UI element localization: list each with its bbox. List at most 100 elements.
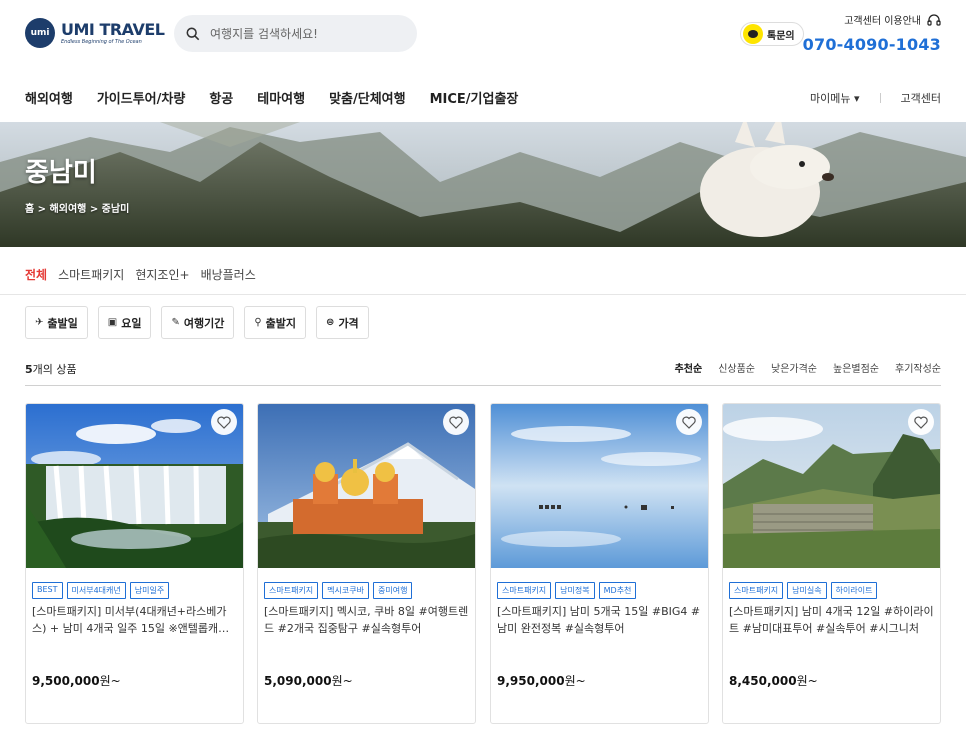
- tab-backpack-plus[interactable]: 배낭플러스: [201, 266, 256, 283]
- price-value: 9,950,000: [497, 674, 565, 688]
- product-price: 5,090,000원~: [264, 672, 353, 689]
- product-tags: 스마트패키지 남미실속 하이라이트: [729, 582, 878, 599]
- product-tag: 미서부4대캐년: [66, 582, 126, 599]
- product-title[interactable]: [스마트패키지] 미서부(4대캐년+라스베가스) + 남미 4개국 일주 15일…: [32, 603, 239, 637]
- nav-item-flights[interactable]: 항공: [209, 88, 233, 107]
- result-count-number: 5: [25, 363, 33, 376]
- wishlist-heart-icon[interactable]: [676, 409, 702, 435]
- product-image-mexico-church[interactable]: [258, 404, 475, 568]
- category-tabs: 전체 스마트패키지 현지조인+ 배낭플러스: [25, 266, 256, 283]
- wishlist-heart-icon[interactable]: [443, 409, 469, 435]
- price-unit: 원~: [564, 674, 586, 688]
- product-tag: 스마트패키지: [729, 582, 784, 599]
- product-tag: MD추천: [598, 582, 637, 599]
- nav-item-theme[interactable]: 테마여행: [257, 88, 305, 107]
- search-input[interactable]: [210, 26, 400, 41]
- logo-tagline: Endless Beginning of The Ocean: [61, 38, 142, 45]
- kakao-icon: [743, 24, 763, 44]
- filter-label: 출발지: [265, 316, 297, 330]
- result-count-suffix: 개의 상품: [32, 363, 77, 376]
- product-tag: 남미실속: [787, 582, 827, 599]
- tab-smart-package[interactable]: 스마트패키지: [58, 266, 124, 283]
- product-title[interactable]: [스마트패키지] 멕시코, 쿠바 8일 #여행트렌드 #2개국 집중탐구 #실속…: [264, 603, 471, 637]
- customer-center-link[interactable]: 고객센터: [901, 90, 941, 106]
- page: umi UMI TRAVEL Endless Beginning of The …: [0, 0, 966, 732]
- price-value: 5,090,000: [264, 674, 332, 688]
- site-header: umi UMI TRAVEL Endless Beginning of The …: [0, 0, 966, 70]
- product-card[interactable]: 스마트패키지 남미실속 하이라이트 [스마트패키지] 남미 4개국 12일 #하…: [722, 403, 941, 724]
- nav-divider: [879, 93, 881, 103]
- product-image-salt-flat[interactable]: [491, 404, 708, 568]
- logo-name: UMI TRAVEL: [61, 19, 165, 39]
- breadcrumb[interactable]: 홈 > 해외여행 > 중남미: [25, 200, 129, 215]
- filter-departure-date[interactable]: ✈ 출발일: [25, 306, 88, 339]
- product-tag: 스마트패키지: [264, 582, 319, 599]
- filter-label: 여행기간: [183, 316, 225, 330]
- price-unit: 원~: [331, 674, 353, 688]
- wishlist-heart-icon[interactable]: [211, 409, 237, 435]
- price-value: 9,500,000: [32, 674, 100, 688]
- cs-label[interactable]: 고객센터 이용안내: [844, 12, 921, 27]
- cs-phone-number[interactable]: 070-4090-1043: [803, 35, 941, 54]
- product-card[interactable]: 스마트패키지 멕시코쿠바 중미여행 [스마트패키지] 멕시코, 쿠바 8일 #여…: [257, 403, 476, 724]
- sort-most-reviews[interactable]: 후기작성순: [895, 360, 941, 375]
- site-logo[interactable]: umi UMI TRAVEL Endless Beginning of The …: [25, 18, 165, 48]
- tab-local-join[interactable]: 현지조인+: [135, 266, 189, 283]
- product-price: 9,950,000원~: [497, 672, 586, 689]
- product-image-waterfall[interactable]: [26, 404, 243, 568]
- sort-newest[interactable]: 신상품순: [718, 360, 755, 375]
- main-nav: 해외여행 가이드투어/차량 항공 테마여행 맞춤/단체여행 MICE/기업출장 …: [0, 80, 966, 116]
- search-box[interactable]: [174, 15, 417, 52]
- tab-all[interactable]: 전체: [25, 266, 47, 283]
- hero-banner: 중남미 홈 > 해외여행 > 중남미: [0, 122, 966, 247]
- product-tags: 스마트패키지 멕시코쿠바 중미여행: [264, 582, 413, 599]
- result-count: 5개의 상품: [25, 361, 77, 377]
- coin-icon: ⊜: [326, 317, 335, 328]
- calendar-icon: ▣: [107, 317, 118, 328]
- sort-highest-rating[interactable]: 높은별점순: [833, 360, 879, 375]
- product-title[interactable]: [스마트패키지] 남미 4개국 12일 #하이라이트 #남미대표투어 #실속투어…: [729, 603, 936, 637]
- product-tag: 하이라이트: [830, 582, 878, 599]
- product-tag: 스마트패키지: [497, 582, 552, 599]
- filter-label: 요일: [121, 316, 142, 330]
- product-tag: 남미일주: [129, 582, 170, 599]
- customer-service-info: 고객센터 이용안내 070-4090-1043: [803, 12, 941, 54]
- filter-label: 가격: [338, 316, 359, 330]
- logo-mark: umi: [25, 18, 55, 48]
- price-unit: 원~: [796, 674, 818, 688]
- filter-duration[interactable]: ✎ 여행기간: [161, 306, 235, 339]
- product-image-machu-picchu[interactable]: [723, 404, 940, 568]
- sort-options: 추천순 신상품순 낮은가격순 높은별점순 후기작성순: [675, 360, 941, 375]
- product-tag: BEST: [32, 582, 63, 599]
- nav-item-overseas[interactable]: 해외여행: [25, 88, 73, 107]
- product-tags: 스마트패키지 남미정복 MD추천: [497, 582, 637, 599]
- nav-item-custom-group[interactable]: 맞춤/단체여행: [329, 88, 406, 107]
- filter-weekday[interactable]: ▣ 요일: [97, 306, 152, 339]
- price-value: 8,450,000: [729, 674, 797, 688]
- page-title: 중남미: [25, 158, 97, 188]
- headset-icon: [927, 13, 941, 26]
- results-divider: [25, 385, 941, 386]
- search-icon[interactable]: [186, 27, 200, 41]
- nav-item-mice[interactable]: MICE/기업출장: [430, 88, 519, 107]
- pin-icon: ⚲: [254, 317, 262, 328]
- filter-departure-city[interactable]: ⚲ 출발지: [244, 306, 307, 339]
- tabs-divider: [0, 294, 966, 295]
- product-price: 8,450,000원~: [729, 672, 818, 689]
- filter-bar: ✈ 출발일 ▣ 요일 ✎ 여행기간 ⚲ 출발지 ⊜ 가격: [25, 306, 369, 339]
- product-card[interactable]: 스마트패키지 남미정복 MD추천 [스마트패키지] 남미 5개국 15일 #BI…: [490, 403, 709, 724]
- my-menu-dropdown[interactable]: 마이메뉴 ▾: [810, 90, 860, 106]
- product-card[interactable]: BEST 미서부4대캐년 남미일주 [스마트패키지] 미서부(4대캐년+라스베가…: [25, 403, 244, 724]
- kakao-chat-button[interactable]: 톡문의: [740, 22, 804, 46]
- product-tags: BEST 미서부4대캐년 남미일주: [32, 582, 170, 599]
- pencil-icon: ✎: [171, 317, 180, 328]
- kakao-label: 톡문의: [767, 30, 795, 42]
- sort-lowest-price[interactable]: 낮은가격순: [771, 360, 817, 375]
- sort-recommended[interactable]: 추천순: [675, 360, 703, 375]
- wishlist-heart-icon[interactable]: [908, 409, 934, 435]
- price-unit: 원~: [99, 674, 121, 688]
- filter-price[interactable]: ⊜ 가격: [316, 306, 369, 339]
- product-title[interactable]: [스마트패키지] 남미 5개국 15일 #BIG4 #남미 완전정복 #실속형투…: [497, 603, 704, 637]
- nav-item-guide-tour[interactable]: 가이드투어/차량: [97, 88, 185, 107]
- product-tag: 남미정복: [555, 582, 595, 599]
